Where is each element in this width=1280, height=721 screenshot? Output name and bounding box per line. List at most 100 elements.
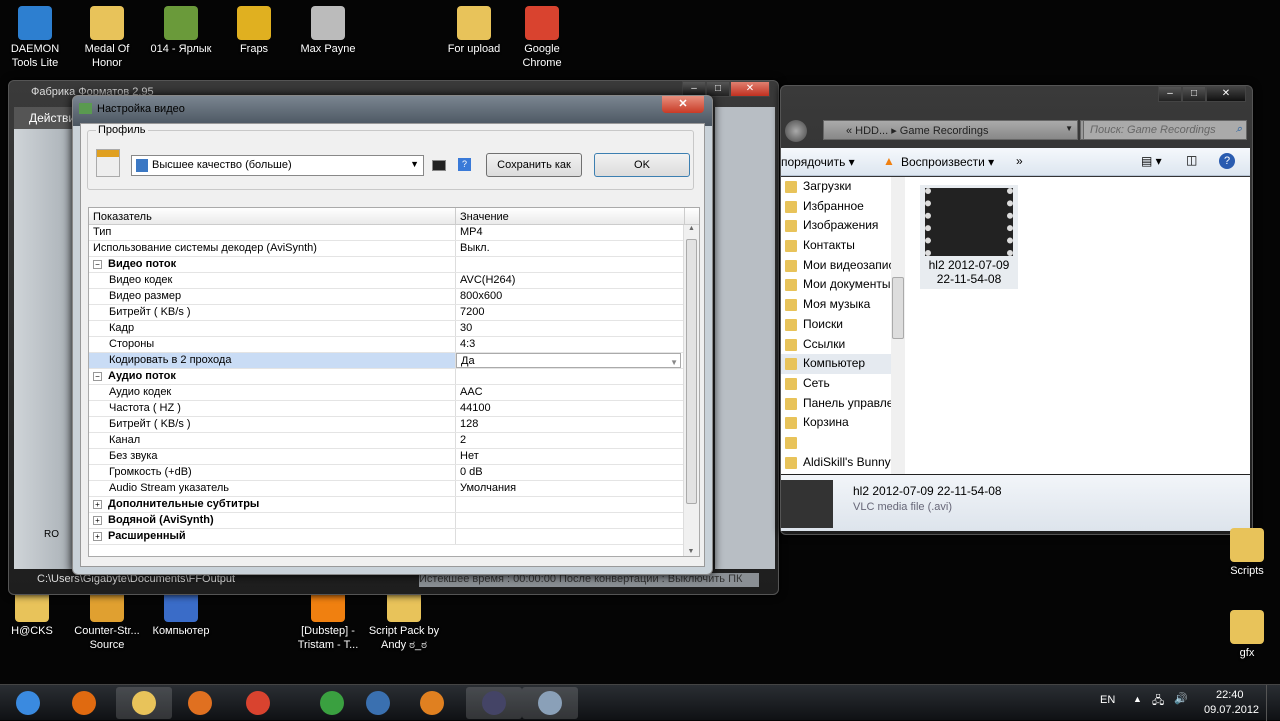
desktop-icon[interactable]: For upload	[436, 6, 512, 56]
taskbar-settings-button[interactable]	[350, 687, 406, 719]
language-indicator[interactable]: EN	[1100, 694, 1115, 706]
table-row[interactable]: Видео кодек AVC(H264)	[89, 273, 699, 289]
show-hidden-icons[interactable]: ▲	[1133, 694, 1142, 704]
nav-item[interactable]: Изображения	[781, 216, 891, 236]
file-item[interactable]: hl2 2012-07-09 22-11-54-08	[920, 185, 1018, 289]
table-row[interactable]: Громкость (+dB) 0 dB	[89, 465, 699, 481]
table-scrollbar[interactable]: ▲ ▼	[683, 225, 699, 556]
desktop-icon[interactable]: [Dubstep] - Tristam - T...	[290, 588, 366, 652]
table-row[interactable]: Использование системы декодер (AviSynth)…	[89, 241, 699, 257]
address-bar[interactable]: « HDD... ▸ Game Recordings ▼	[823, 120, 1078, 140]
table-row[interactable]: Битрейт ( KB/s ) 7200	[89, 305, 699, 321]
chevron-down-icon[interactable]: ▼	[1065, 124, 1073, 133]
nav-item[interactable]: Мои документы	[781, 275, 891, 295]
nav-item[interactable]: AldiSkill's Bunnyhop	[781, 453, 891, 473]
nav-item[interactable]: Моя музыка	[781, 295, 891, 315]
group-row[interactable]: − Аудио поток	[89, 369, 699, 385]
desktop-icon[interactable]: H@CKS	[0, 588, 70, 638]
play-button[interactable]: Воспроизвести ▾	[901, 155, 994, 169]
close-button[interactable]: ✕	[662, 96, 704, 113]
nav-scrollbar[interactable]	[891, 177, 905, 474]
nav-item[interactable]: Избранное	[781, 197, 891, 217]
taskbar-start-button[interactable]	[0, 687, 56, 719]
profile-select[interactable]: Высшее качество (больше) ▼	[131, 155, 424, 176]
minimize-button[interactable]: –	[1158, 86, 1182, 102]
maximize-button[interactable]: □	[1182, 86, 1206, 102]
nav-item[interactable]: Поиски	[781, 315, 891, 335]
nav-item[interactable]: Сеть	[781, 374, 891, 394]
back-button[interactable]	[785, 120, 807, 142]
close-button[interactable]: ✕	[1206, 86, 1246, 102]
taskbar-blender-button[interactable]	[404, 687, 460, 719]
desktop-icon[interactable]: Google Chrome	[504, 6, 580, 70]
group-row[interactable]: + Расширенный	[89, 529, 699, 545]
nav-item[interactable]	[781, 433, 891, 453]
table-row[interactable]: Стороны 4:3	[89, 337, 699, 353]
view-options-icon[interactable]: ▤ ▾	[1141, 154, 1162, 168]
collapse-icon[interactable]: −	[93, 260, 102, 269]
expand-icon[interactable]: +	[93, 532, 102, 541]
desktop-icon[interactable]: Fraps	[216, 6, 292, 56]
desktop-icon[interactable]: Max Payne	[290, 6, 366, 56]
taskbar-format-factory-button[interactable]	[522, 687, 578, 719]
scrollbar-thumb[interactable]	[686, 239, 697, 504]
table-row[interactable]: Кадр 30	[89, 321, 699, 337]
menu-actions[interactable]: Действи	[14, 107, 75, 129]
col-name-header[interactable]: Показатель	[89, 208, 456, 224]
nav-item[interactable]: Мои видеозаписи	[781, 256, 891, 276]
nav-item[interactable]: Компьютер	[781, 354, 891, 374]
desktop-icon[interactable]: Medal Of Honor	[69, 6, 145, 70]
nav-item[interactable]: Загрузки	[781, 177, 891, 197]
show-desktop-button[interactable]	[1266, 685, 1280, 721]
table-row[interactable]: Audio Stream указатель Умолчания	[89, 481, 699, 497]
table-row[interactable]: Аудио кодек AAC	[89, 385, 699, 401]
nav-item[interactable]: Панель управления	[781, 394, 891, 414]
table-row[interactable]: Кодировать в 2 прохода Да ▼	[89, 353, 699, 369]
nav-item[interactable]: Корзина	[781, 413, 891, 433]
side-item[interactable]: RO	[44, 529, 59, 540]
save-as-button[interactable]: Сохранить как	[486, 153, 582, 177]
desktop-icon[interactable]: Script Pack by Andy ಠ_ಠ	[366, 588, 442, 652]
help-icon[interactable]: ?	[1219, 153, 1235, 169]
more-button[interactable]: »	[1016, 154, 1023, 168]
search-box[interactable]: Поиск: Game Recordings ⌕	[1083, 120, 1247, 140]
chevron-down-icon[interactable]: ▼	[670, 355, 678, 370]
desktop-icon[interactable]: 014 - Ярлык	[143, 6, 219, 56]
preview-pane-icon[interactable]: ◫	[1186, 153, 1197, 167]
nav-item[interactable]: Ссылки	[781, 335, 891, 355]
row-value[interactable]: Да	[461, 355, 475, 367]
taskbar-explorer-button[interactable]	[116, 687, 172, 719]
volume-icon[interactable]: 🔊	[1174, 692, 1188, 705]
table-row[interactable]: Видео размер 800x600	[89, 289, 699, 305]
col-value-header[interactable]: Значение	[456, 208, 685, 224]
group-row[interactable]: − Видео поток	[89, 257, 699, 273]
desktop-icon[interactable]: DAEMON Tools Lite	[0, 6, 73, 70]
desktop-icon[interactable]: Scripts	[1209, 528, 1280, 578]
collapse-icon[interactable]: −	[93, 372, 102, 381]
ok-button[interactable]: OK	[594, 153, 690, 177]
taskbar-game-button[interactable]	[466, 687, 522, 719]
table-row[interactable]: Канал 2	[89, 433, 699, 449]
table-row[interactable]: Частота ( HZ ) 44100	[89, 401, 699, 417]
table-row[interactable]: Без звука Нет	[89, 449, 699, 465]
desktop-icon[interactable]: Counter-Str... Source	[69, 588, 145, 652]
nav-item[interactable]: Контакты	[781, 236, 891, 256]
taskbar-chrome-button[interactable]	[230, 687, 286, 719]
network-icon[interactable]: 🖧	[1152, 692, 1164, 711]
desktop-icon[interactable]: Компьютер	[143, 588, 219, 638]
taskbar-firefox-button[interactable]	[56, 687, 112, 719]
help-icon[interactable]: ?	[458, 158, 471, 171]
group-row[interactable]: + Водяной (AviSynth)	[89, 513, 699, 529]
command-line-icon[interactable]	[432, 160, 446, 171]
desktop-icon[interactable]: gfx	[1209, 610, 1280, 660]
table-row[interactable]: Битрейт ( KB/s ) 128	[89, 417, 699, 433]
group-row[interactable]: + Дополнительные субтитры	[89, 497, 699, 513]
organize-button[interactable]: порядочить ▾	[781, 155, 855, 169]
table-row[interactable]: Тип MP4	[89, 225, 699, 241]
expand-icon[interactable]: +	[93, 516, 102, 525]
close-button[interactable]: ✕	[730, 81, 770, 97]
taskbar-media-player-button[interactable]	[172, 687, 228, 719]
expand-icon[interactable]: +	[93, 500, 102, 509]
clock-time[interactable]: 22:40	[1216, 689, 1244, 701]
clock-date[interactable]: 09.07.2012	[1204, 704, 1259, 716]
